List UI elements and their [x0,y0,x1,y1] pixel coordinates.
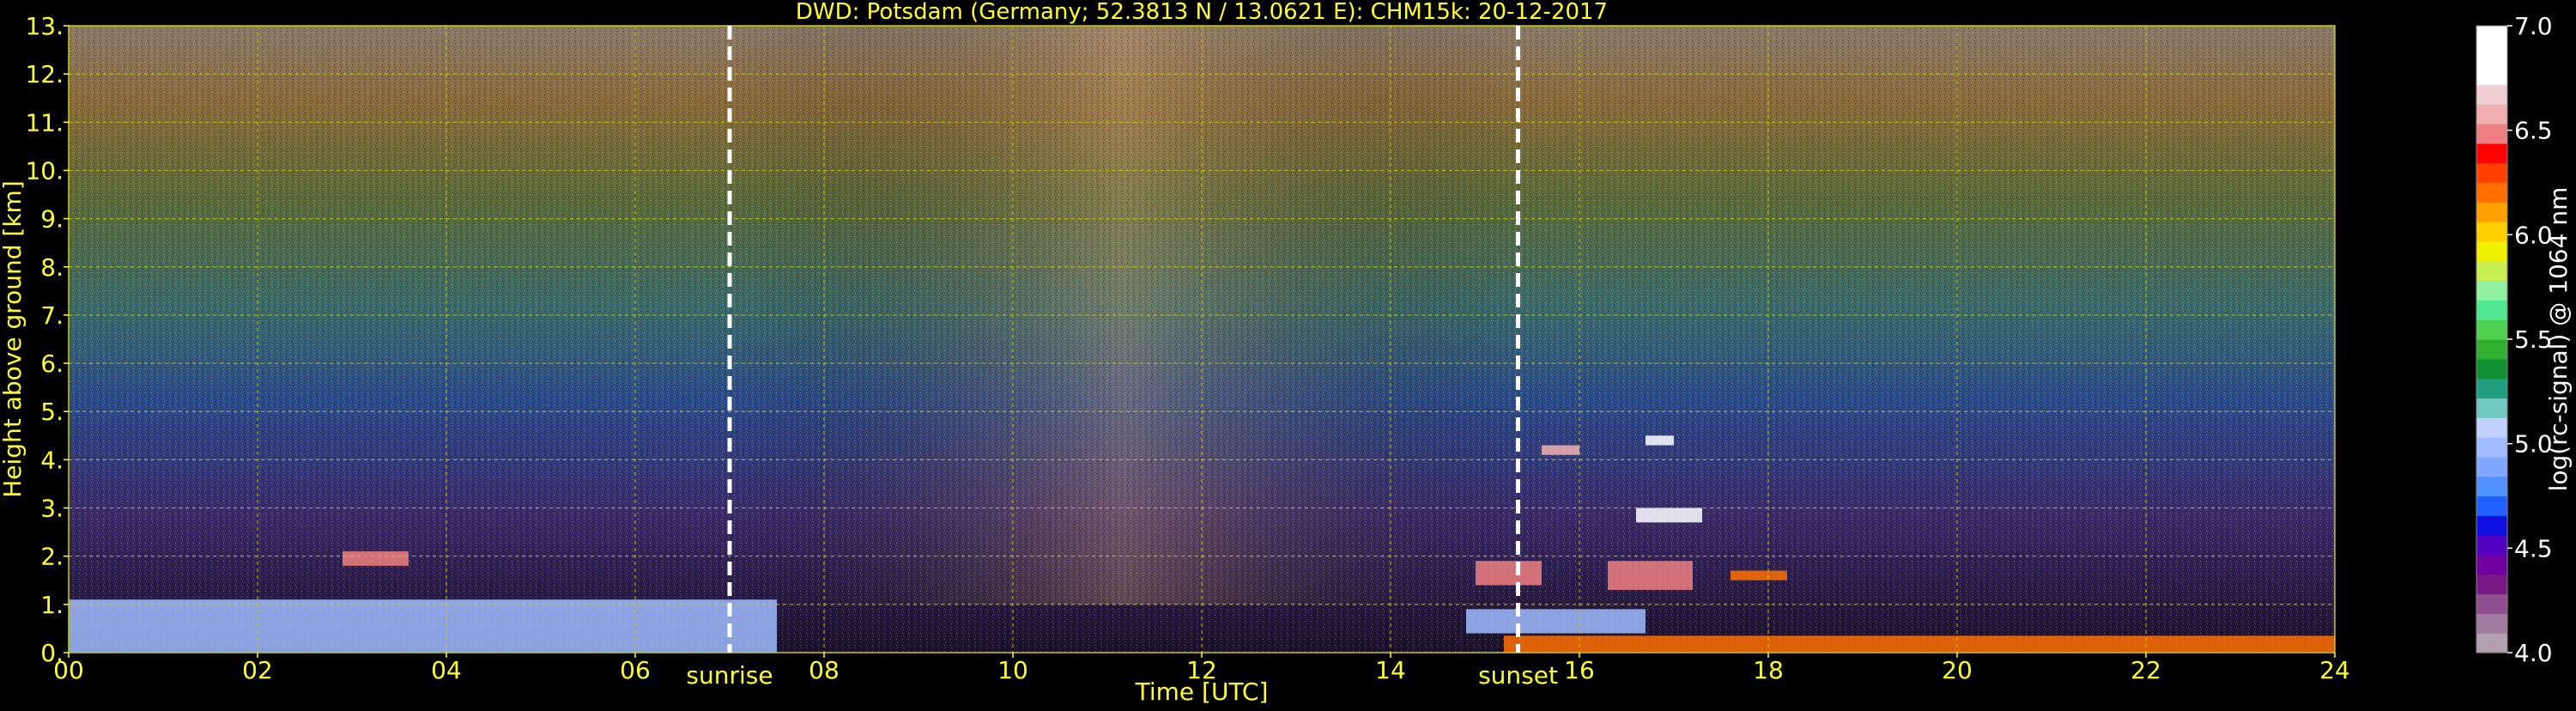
colorbar-tick-label: 6.5 [2514,117,2553,145]
x-tick-label: 22 [2131,656,2161,684]
y-tick-label: 2. [40,543,64,571]
y-tick-label: 11. [25,108,64,137]
colorbar-segment [2476,515,2507,536]
x-tick-label: 24 [2319,656,2350,684]
x-tick-label: 10 [997,656,1028,684]
colorbar-segment [2476,162,2507,184]
colorbar-segment [2476,202,2507,222]
colorbar-segment [2476,240,2507,262]
colorbar-segment [2476,84,2507,105]
colorbar-segment [2476,104,2507,125]
colorbar-segment [2476,593,2507,614]
colorbar-segment [2476,554,2507,575]
feature-9 [1504,635,2335,653]
colorbar-segment [2476,280,2507,301]
feature-3 [1608,561,1693,590]
colorbar-segment [2476,535,2507,556]
y-tick-label: 6. [40,349,64,378]
x-tick-label: 02 [242,656,273,684]
colorbar: 4.04.55.05.56.06.57.0 [2476,12,2553,667]
colorbar-segment [2476,143,2507,164]
colorbar-segment [2476,339,2507,360]
x-tick-label: 16 [1564,656,1595,684]
sunrise-label: sunrise [686,661,773,690]
feature-6 [1542,445,1579,455]
x-tick-label: 18 [1753,656,1784,684]
colorbar-segment [2476,574,2507,595]
feature-0 [69,599,777,653]
ceilometer-plot: sunrise sunset 00 02 04 06 08 10 12 14 16 18 20 22 24… [0,0,2576,708]
colorbar-segment [2476,260,2507,282]
feature-7 [1730,570,1787,580]
y-tick-label: 8. [40,253,64,282]
colorbar-segment [2476,45,2507,66]
y-tick-label: 10. [25,156,64,185]
y-tick-label: 7. [40,301,64,330]
y-tick-label: 5. [40,398,64,426]
colorbar-segment [2476,476,2507,497]
x-tick-label: 04 [431,656,462,684]
x-tick-label: 06 [620,656,651,684]
y-axis-ticks: 0. 1. 2. 3. 4. 5. 6. 7. 8. 9. 10. 11. 12. 13. [25,12,69,667]
colorbar-segment [2476,124,2507,144]
colorbar-segment [2476,26,2507,46]
y-tick-label: 1. [40,591,64,619]
colorbar-segment [2476,437,2507,458]
y-axis-label: Height above ground [km] [0,180,27,498]
x-axis-label: Time [UTC] [1135,678,1269,706]
x-tick-label: 08 [809,656,839,684]
colorbar-label: log(rc-signal) @ 1064 nm [2544,187,2573,492]
colorbar-segment [2476,358,2507,380]
y-tick-label: 9. [40,205,64,234]
colorbar-segment [2476,633,2507,653]
y-tick-label: 0. [40,639,64,667]
colorbar-segment [2476,398,2507,418]
colorbar-segment [2476,182,2507,203]
y-tick-label: 4. [40,446,64,474]
sunset-label: sunset [1478,661,1558,690]
colorbar-segment [2476,417,2507,438]
x-tick-label: 20 [1942,656,1973,684]
colorbar-tick-label: 4.0 [2514,639,2553,667]
colorbar-tick-label: 7.0 [2514,12,2553,40]
chart-svg: sunrise sunset 00 02 04 06 08 10 12 14 16 18 20 22 24… [0,0,2573,706]
feature-2 [1476,561,1542,586]
x-tick-label: 14 [1375,656,1406,684]
chart-title: DWD: Potsdam (Germany; 52.3813 N / 13.06… [796,0,1608,25]
y-tick-label: 12. [25,60,64,88]
colorbar-segment [2476,613,2507,634]
y-tick-label: 13. [25,12,64,40]
colorbar-segment [2476,378,2507,399]
colorbar-segment [2476,300,2507,320]
feature-1 [342,551,409,566]
colorbar-segment [2476,222,2507,242]
colorbar-segment [2476,319,2507,340]
colorbar-segment [2476,456,2507,477]
feature-5 [1646,435,1674,446]
colorbar-tick-label: 4.5 [2514,534,2553,562]
y-tick-label: 3. [40,495,64,523]
feature-8 [1466,609,1646,634]
feature-4 [1636,507,1702,523]
colorbar-segment [2476,64,2507,86]
colorbar-segment [2476,495,2507,516]
